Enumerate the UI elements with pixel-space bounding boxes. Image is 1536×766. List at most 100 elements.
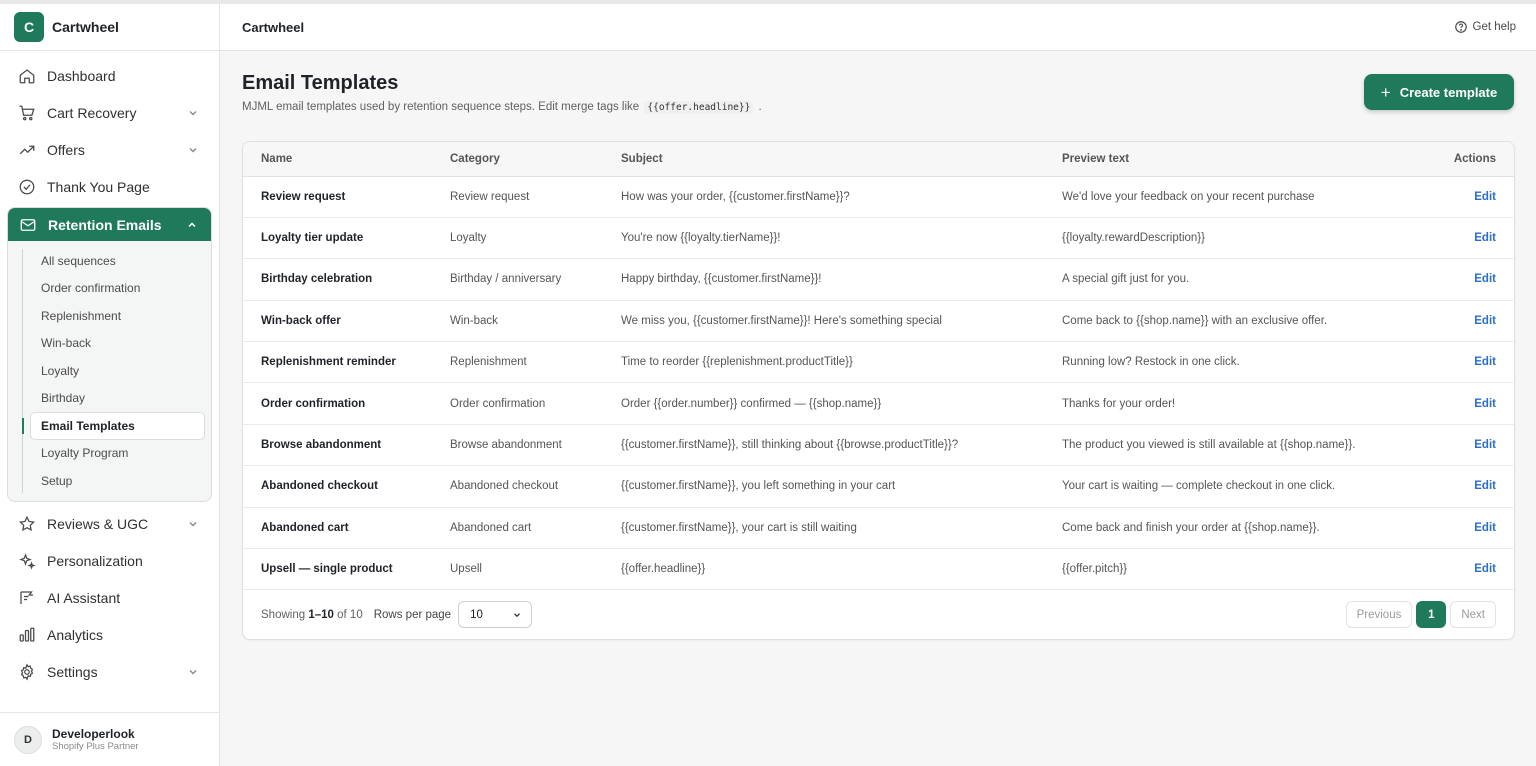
get-help-label: Get help: [1472, 21, 1516, 33]
template-subject: {{offer.headline}}: [621, 548, 1062, 591]
page-1-button[interactable]: 1: [1416, 601, 1447, 629]
sidebar-item-label: Reviews & UGC: [47, 516, 149, 532]
edit-link[interactable]: Edit: [1474, 522, 1496, 534]
edit-link[interactable]: Edit: [1474, 398, 1496, 410]
table-row: Order confirmation Order confirmation Or…: [243, 382, 1514, 425]
column-header-category: Category: [450, 142, 621, 177]
edit-link[interactable]: Edit: [1474, 563, 1496, 575]
sidebar-subitem-replenishment[interactable]: Replenishment: [28, 302, 205, 330]
template-subject: We miss you, {{customer.firstName}}! Her…: [621, 300, 1062, 343]
table-row: Browse abandonment Browse abandonment {{…: [243, 424, 1514, 467]
sidebar-item-cart-recovery[interactable]: Cart Recovery: [0, 94, 219, 131]
rows-per-page-select[interactable]: 10: [458, 601, 533, 629]
sidebar-item-analytics[interactable]: Analytics: [0, 617, 219, 654]
edit-link[interactable]: Edit: [1474, 232, 1496, 244]
edit-link[interactable]: Edit: [1474, 480, 1496, 492]
chevron-down-icon[interactable]: [187, 107, 199, 119]
pagination: Previous 1 Next: [1345, 601, 1496, 629]
brand[interactable]: C Cartwheel: [0, 4, 219, 51]
column-header-preview-text: Preview text: [1062, 142, 1402, 177]
sidebar-subitem-order-confirmation[interactable]: Order confirmation: [28, 275, 205, 303]
template-category: Replenishment: [450, 341, 621, 384]
edit-link[interactable]: Edit: [1474, 315, 1496, 327]
table-row: Abandoned checkout Abandoned checkout {{…: [243, 465, 1514, 508]
sidebar-subitem-loyalty[interactable]: Loyalty: [28, 357, 205, 385]
sidebar-item-label: Retention Emails: [48, 216, 162, 233]
sidebar-item-thank-you-page[interactable]: Thank You Page: [0, 168, 219, 205]
chevron-down-icon: [512, 610, 522, 620]
next-page-button[interactable]: Next: [1450, 601, 1496, 629]
sidebar-item-label: AI Assistant: [47, 590, 121, 606]
sidebar-item-label: Settings: [47, 664, 98, 680]
template-subject: Time to reorder {{replenishment.productT…: [621, 341, 1062, 384]
showing-label: Showing: [261, 608, 306, 621]
sidebar-item-retention-emails[interactable]: Retention Emails: [8, 208, 211, 241]
edit-link[interactable]: Edit: [1474, 191, 1496, 203]
template-name: Birthday celebration: [243, 258, 450, 301]
plus-icon: +: [1380, 82, 1391, 102]
column-header-actions: Actions: [1402, 142, 1514, 177]
page-subtitle-text: MJML email templates used by retention s…: [242, 101, 640, 113]
template-preview: Running low? Restock in one click.: [1062, 341, 1402, 384]
sidebar-subitem-all-sequences[interactable]: All sequences: [28, 247, 205, 275]
template-preview: Come back and finish your order at {{sho…: [1062, 507, 1402, 550]
sidebar-item-label: Analytics: [47, 627, 104, 643]
table-row: Replenishment reminder Replenishment Tim…: [243, 341, 1514, 384]
chevron-down-icon[interactable]: [187, 666, 199, 678]
template-category: Abandoned cart: [450, 507, 621, 550]
chevron-down-icon[interactable]: [187, 144, 199, 156]
rows-per-page-label: Rows per page: [373, 608, 452, 621]
template-subject: Happy birthday, {{customer.firstName}}!: [621, 258, 1062, 301]
template-name: Replenishment reminder: [243, 341, 450, 384]
sidebar-subitem-setup[interactable]: Setup: [28, 467, 205, 495]
cart-icon: [18, 104, 36, 122]
template-category: Loyalty: [450, 217, 621, 260]
template-subject: How was your order, {{customer.firstName…: [621, 176, 1062, 218]
sidebar-subitem-loyalty-program[interactable]: Loyalty Program: [28, 440, 205, 468]
edit-link[interactable]: Edit: [1474, 356, 1496, 368]
template-preview: A special gift just for you.: [1062, 258, 1402, 301]
get-help-link[interactable]: Get help: [1454, 20, 1516, 34]
edit-link[interactable]: Edit: [1474, 439, 1496, 451]
user-account[interactable]: D Developerlook Shopify Plus Partner: [0, 712, 219, 766]
ai-assistant-icon: [18, 589, 36, 607]
sidebar: C Cartwheel Dashboard Cart Recovery Offe…: [0, 4, 220, 766]
sidebar-item-label: Thank You Page: [47, 178, 150, 195]
table-row: Review request Review request How was yo…: [243, 176, 1514, 218]
template-name: Review request: [243, 176, 450, 218]
template-category: Browse abandonment: [450, 424, 621, 467]
sidebar-item-offers[interactable]: Offers: [0, 131, 219, 168]
user-info: Developerlook Shopify Plus Partner: [52, 727, 139, 753]
star-icon: [18, 515, 36, 533]
sidebar-item-settings[interactable]: Settings: [0, 654, 219, 691]
previous-page-button[interactable]: Previous: [1345, 601, 1413, 629]
template-subject: {{customer.firstName}}, still thinking a…: [621, 424, 1062, 467]
edit-link[interactable]: Edit: [1474, 273, 1496, 285]
page-subtitle: MJML email templates used by retention s…: [242, 101, 1516, 114]
sidebar-item-dashboard[interactable]: Dashboard: [0, 57, 219, 94]
sidebar-item-label: Personalization: [47, 553, 143, 569]
sidebar-item-reviews-ugc[interactable]: Reviews & UGC: [0, 506, 219, 543]
chevron-up-icon[interactable]: [186, 219, 198, 231]
template-preview: Come back to {{shop.name}} with an exclu…: [1062, 300, 1402, 343]
template-preview: We'd love your feedback on your recent p…: [1062, 176, 1402, 218]
create-template-button[interactable]: + Create template: [1364, 74, 1514, 110]
table-footer: Showing 1–10 of 10 Rows per page 10 Prev…: [243, 590, 1514, 639]
templates-table: Name Category Subject Preview text Actio…: [243, 142, 1514, 591]
page-title: Email Templates: [242, 72, 399, 94]
sidebar-subitem-birthday[interactable]: Birthday: [28, 385, 205, 413]
sidebar-item-ai-assistant[interactable]: AI Assistant: [0, 580, 219, 617]
column-header-subject: Subject: [621, 142, 1062, 177]
template-subject: {{customer.firstName}}, you left somethi…: [621, 465, 1062, 508]
main-nav: Dashboard Cart Recovery Offers Thank You…: [0, 51, 219, 691]
sidebar-subitem-email-templates[interactable]: Email Templates: [22, 412, 205, 440]
template-subject: {{customer.firstName}}, your cart is sti…: [621, 507, 1062, 550]
mail-icon: [19, 216, 37, 234]
table-row: Win-back offer Win-back We miss you, {{c…: [243, 300, 1514, 343]
column-header-name: Name: [243, 142, 450, 177]
sidebar-subitem-win-back[interactable]: Win-back: [28, 330, 205, 358]
sidebar-item-label: Cart Recovery: [47, 104, 137, 121]
sidebar-item-personalization[interactable]: Personalization: [0, 543, 219, 580]
gear-icon: [18, 663, 36, 681]
chevron-down-icon[interactable]: [187, 518, 199, 530]
